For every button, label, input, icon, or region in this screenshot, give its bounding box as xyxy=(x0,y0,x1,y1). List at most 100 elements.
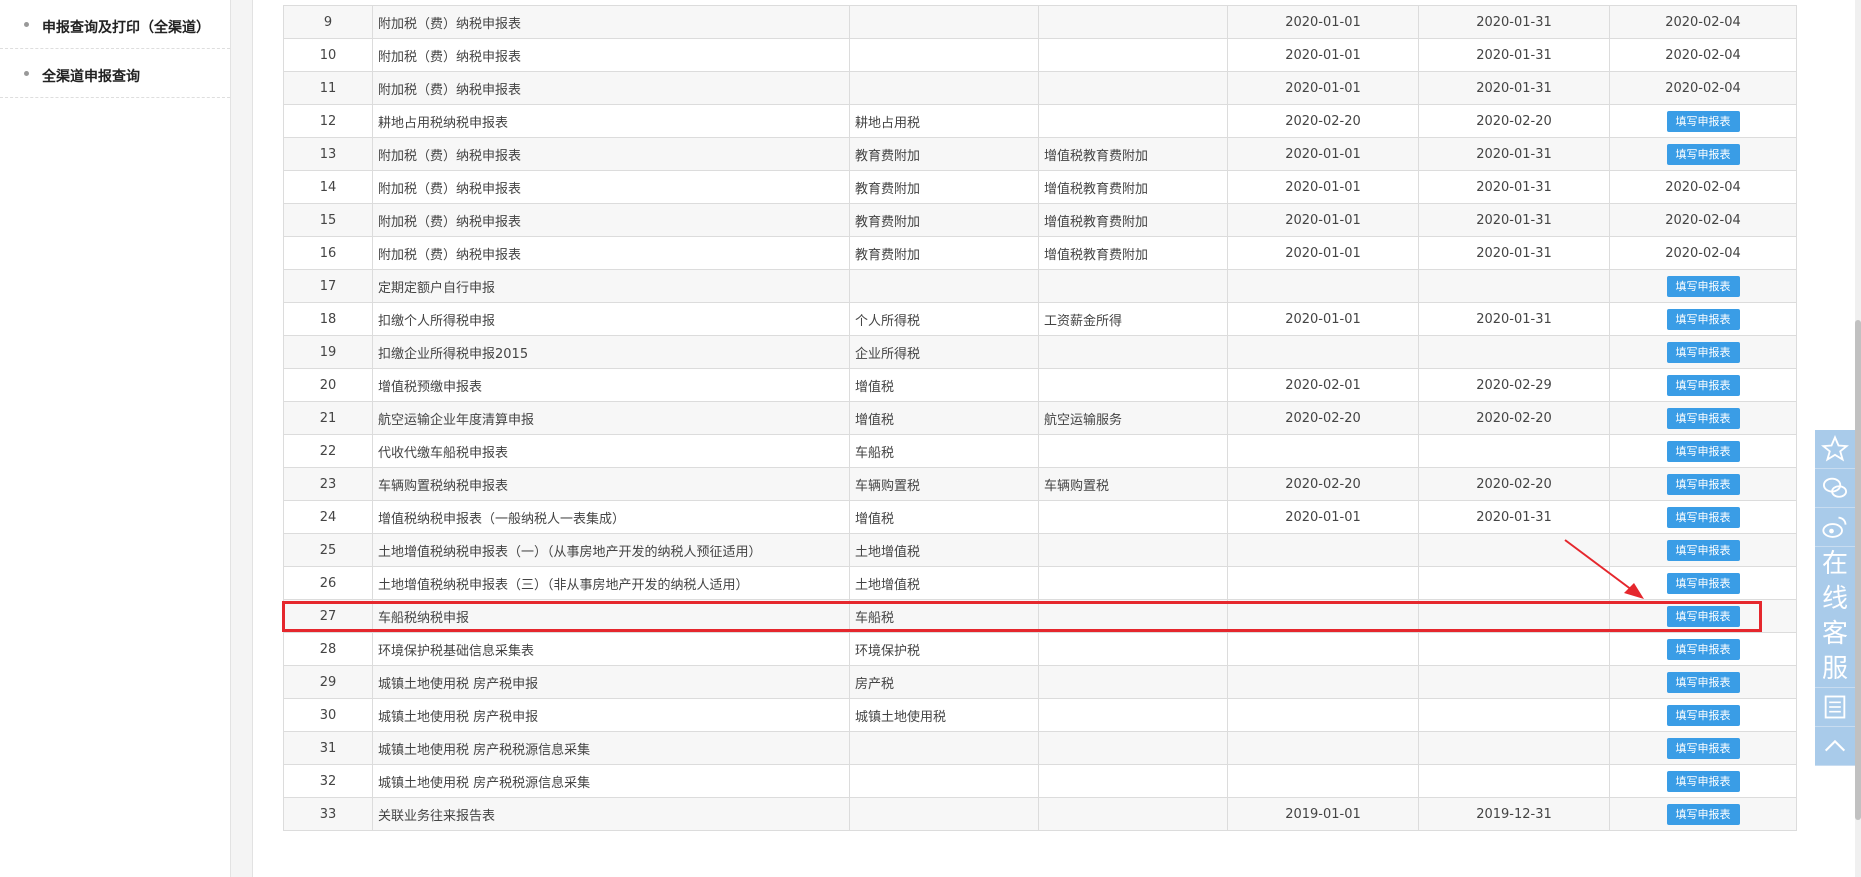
action-cell: 填写申报表 xyxy=(1609,302,1797,336)
back-to-top-button[interactable] xyxy=(1815,727,1855,766)
fill-declaration-button[interactable]: 填写申报表 xyxy=(1666,440,1740,462)
declaration-name-cell: 关联业务往来报告表 xyxy=(372,797,850,831)
action-cell: 填写申报表 xyxy=(1609,698,1797,732)
tax-item-cell xyxy=(1038,632,1228,666)
period-start-cell: 2020-01-01 xyxy=(1227,203,1419,237)
period-end-cell: 2020-02-20 xyxy=(1418,104,1610,138)
table-row: 33 关联业务往来报告表 2019-01-01 2019-12-31 填写申报表 xyxy=(283,797,1797,831)
tax-type-cell: 企业所得税 xyxy=(849,335,1039,369)
fill-declaration-button[interactable]: 填写申报表 xyxy=(1666,473,1740,495)
fill-declaration-button[interactable]: 填写申报表 xyxy=(1666,275,1740,297)
action-cell: 填写申报表 xyxy=(1609,368,1797,402)
row-number-cell: 22 xyxy=(283,434,373,468)
action-cell: 填写申报表 xyxy=(1609,467,1797,501)
action-cell: 填写申报表 xyxy=(1609,401,1797,435)
tax-type-cell: 个人所得税 xyxy=(849,302,1039,336)
action-cell: 填写申报表 xyxy=(1609,500,1797,534)
fill-declaration-button[interactable]: 填写申报表 xyxy=(1666,407,1740,429)
page-scrollbar[interactable] xyxy=(1855,0,1861,877)
bullet-icon xyxy=(24,22,29,27)
bullet-icon xyxy=(24,71,29,76)
period-start-cell: 2020-01-01 xyxy=(1227,71,1419,105)
row-number-cell: 16 xyxy=(283,236,373,270)
period-end-cell xyxy=(1418,731,1610,765)
table-row: 17 定期定额户自行申报 填写申报表 xyxy=(283,269,1797,303)
table-row: 16 附加税（费）纳税申报表 教育费附加 增值税教育费附加 2020-01-01 2020… xyxy=(283,236,1797,270)
fill-declaration-button[interactable]: 填写申报表 xyxy=(1666,308,1740,330)
online-service-button[interactable]: 在 线 客 服 xyxy=(1815,547,1855,688)
fill-declaration-button[interactable]: 填写申报表 xyxy=(1666,605,1740,627)
row-number-cell: 15 xyxy=(283,203,373,237)
period-end-cell: 2020-01-31 xyxy=(1418,203,1610,237)
tax-type-cell xyxy=(849,5,1039,39)
tax-item-cell: 工资薪金所得 xyxy=(1038,302,1228,336)
declaration-table: 9 附加税（费）纳税申报表 2020-01-01 2020-01-31 2020-02-… xyxy=(283,5,1797,831)
row-number-cell: 26 xyxy=(283,566,373,600)
document-button[interactable] xyxy=(1815,688,1855,727)
row-number-cell: 9 xyxy=(283,5,373,39)
row-number-cell: 29 xyxy=(283,665,373,699)
fill-declaration-button[interactable]: 填写申报表 xyxy=(1666,341,1740,363)
sidebar-item-all-channel-query[interactable]: 全渠道申报查询 xyxy=(0,49,230,98)
fill-declaration-button[interactable]: 填写申报表 xyxy=(1666,638,1740,660)
table-row: 22 代收代缴车船税申报表 车船税 填写申报表 xyxy=(283,434,1797,468)
left-sidebar: 申报查询及打印（全渠道） 全渠道申报查询 xyxy=(0,0,231,877)
sidebar-item-declaration-print[interactable]: 申报查询及打印（全渠道） xyxy=(0,0,230,49)
fill-declaration-button[interactable]: 填写申报表 xyxy=(1666,374,1740,396)
fill-declaration-button[interactable]: 填写申报表 xyxy=(1666,110,1740,132)
fill-declaration-button[interactable]: 填写申报表 xyxy=(1666,737,1740,759)
declaration-name-cell: 扣缴企业所得税申报2015 xyxy=(372,335,850,369)
tax-type-cell: 教育费附加 xyxy=(849,170,1039,204)
service-char: 在 xyxy=(1821,549,1848,579)
period-start-cell: 2020-01-01 xyxy=(1227,236,1419,270)
fill-declaration-button[interactable]: 填写申报表 xyxy=(1666,770,1740,792)
wechat-button[interactable] xyxy=(1815,469,1855,508)
fill-declaration-button[interactable]: 填写申报表 xyxy=(1666,572,1740,594)
row-number-cell: 25 xyxy=(283,533,373,567)
tax-item-cell xyxy=(1038,665,1228,699)
action-cell: 填写申报表 xyxy=(1609,764,1797,798)
table-row: 32 城镇土地使用税 房产税税源信息采集 填写申报表 xyxy=(283,764,1797,798)
period-start-cell xyxy=(1227,533,1419,567)
row-number-cell: 33 xyxy=(283,797,373,831)
tax-type-cell: 增值税 xyxy=(849,368,1039,402)
period-start-cell xyxy=(1227,599,1419,633)
fill-declaration-button[interactable]: 填写申报表 xyxy=(1666,143,1740,165)
fill-declaration-button[interactable]: 填写申报表 xyxy=(1666,704,1740,726)
tax-type-cell: 车辆购置税 xyxy=(849,467,1039,501)
tax-item-cell xyxy=(1038,797,1228,831)
row-number-cell: 21 xyxy=(283,401,373,435)
period-start-cell xyxy=(1227,764,1419,798)
row-number-cell: 31 xyxy=(283,731,373,765)
red-arrow-icon xyxy=(1564,539,1644,599)
favorite-button[interactable] xyxy=(1815,430,1855,469)
tax-item-cell xyxy=(1038,599,1228,633)
tax-type-cell: 教育费附加 xyxy=(849,203,1039,237)
fill-declaration-button[interactable]: 填写申报表 xyxy=(1666,671,1740,693)
tax-type-cell: 城镇土地使用税 xyxy=(849,698,1039,732)
action-cell: 填写申报表 xyxy=(1609,137,1797,171)
period-end-cell: 2020-01-31 xyxy=(1418,137,1610,171)
fill-declaration-button[interactable]: 填写申报表 xyxy=(1666,803,1740,825)
tax-item-cell: 车辆购置税 xyxy=(1038,467,1228,501)
table-row: 20 增值税预缴申报表 增值税 2020-02-01 2020-02-29 填写申报表 xyxy=(283,368,1797,402)
tax-item-cell xyxy=(1038,104,1228,138)
scrollbar-thumb[interactable] xyxy=(1855,320,1861,820)
tax-type-cell: 车船税 xyxy=(849,599,1039,633)
action-cell: 填写申报表 xyxy=(1609,335,1797,369)
declaration-name-cell: 附加税（费）纳税申报表 xyxy=(372,236,850,270)
fill-declaration-button[interactable]: 填写申报表 xyxy=(1666,506,1740,528)
period-start-cell: 2020-01-01 xyxy=(1227,137,1419,171)
fill-declaration-button[interactable]: 填写申报表 xyxy=(1666,539,1740,561)
deadline-cell: 2020-02-04 xyxy=(1609,170,1797,204)
row-number-cell: 27 xyxy=(283,599,373,633)
row-number-cell: 28 xyxy=(283,632,373,666)
tax-type-cell: 土地增值税 xyxy=(849,566,1039,600)
star-icon xyxy=(1821,435,1849,462)
declaration-name-cell: 附加税（费）纳税申报表 xyxy=(372,170,850,204)
period-start-cell: 2020-01-01 xyxy=(1227,170,1419,204)
tax-item-cell xyxy=(1038,368,1228,402)
declaration-name-cell: 附加税（费）纳税申报表 xyxy=(372,137,850,171)
table-row: 24 增值税纳税申报表（一般纳税人一表集成） 增值税 2020-01-01 2020-0… xyxy=(283,500,1797,534)
weibo-button[interactable] xyxy=(1815,508,1855,547)
